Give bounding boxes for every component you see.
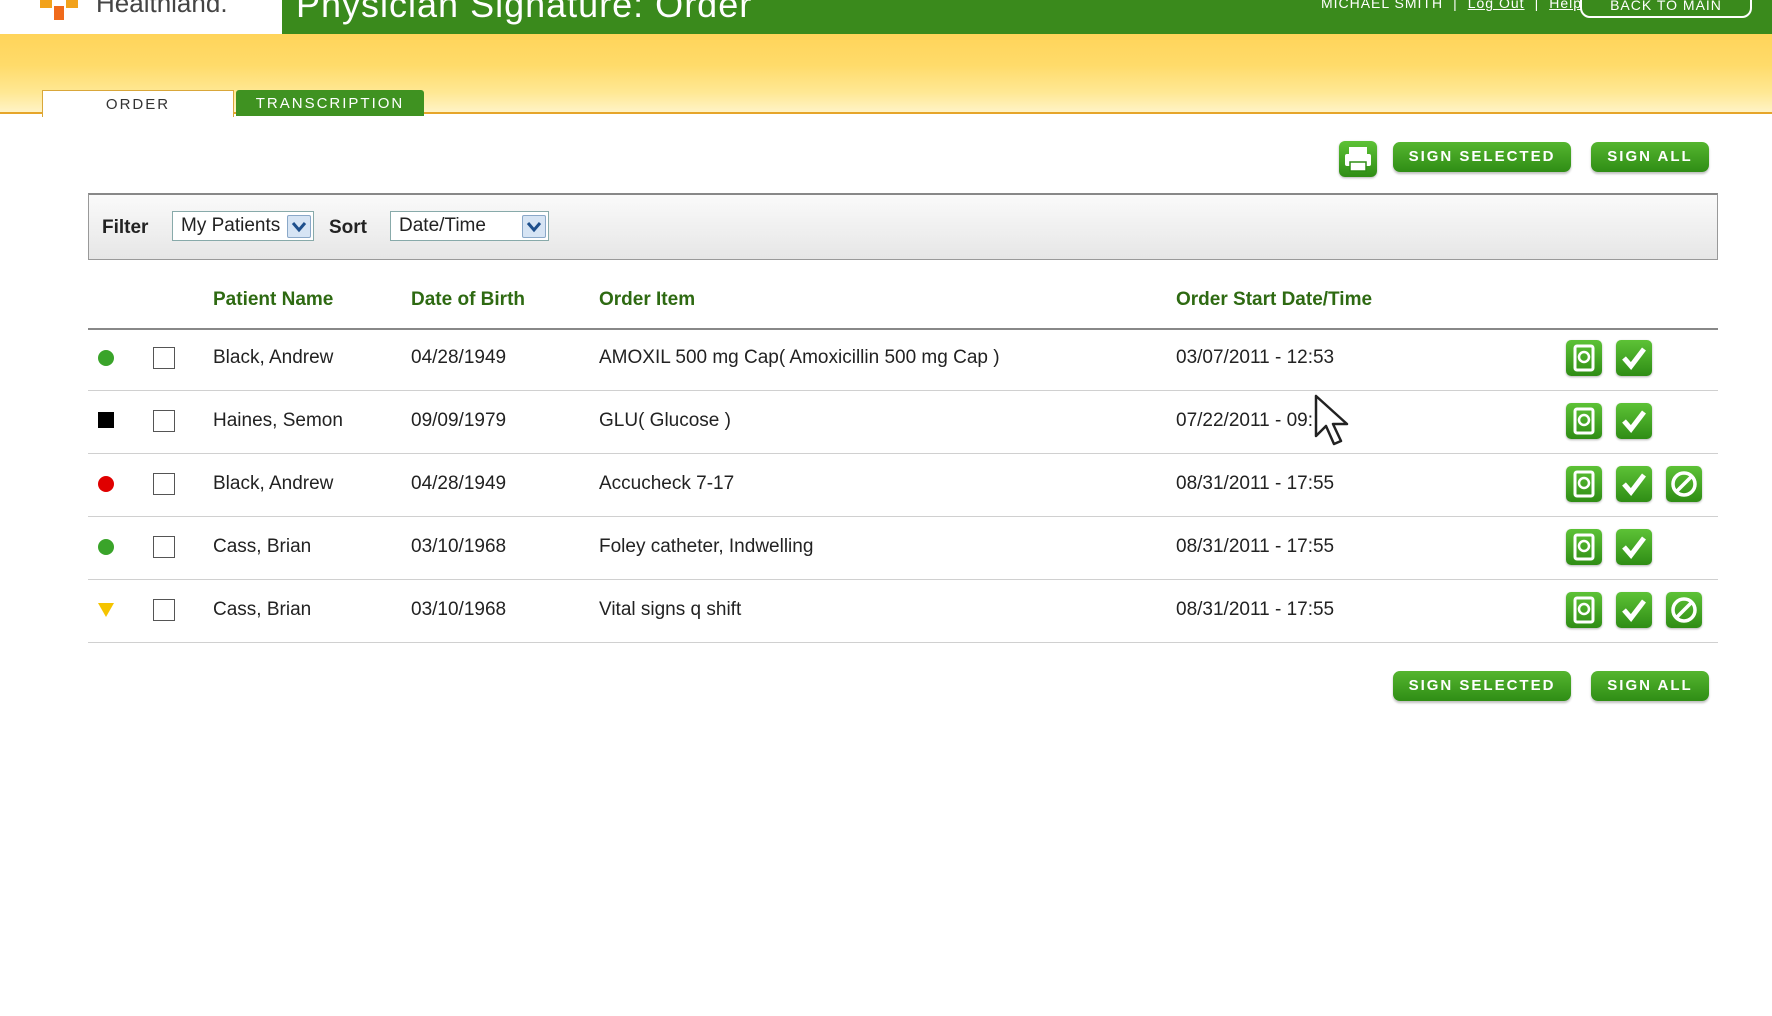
patient-name: Cass, Brian [213, 599, 312, 620]
view-order-button[interactable] [1566, 592, 1602, 628]
view-document-icon [1573, 533, 1595, 561]
order-start: 08/31/2011 - 17:55 [1176, 599, 1335, 620]
view-order-button[interactable] [1566, 529, 1602, 565]
date-of-birth: 04/28/1949 [411, 473, 507, 494]
checkmark-icon [1622, 347, 1646, 370]
table-row: Cass, Brian 03/10/1968 Vital signs q shi… [88, 580, 1718, 643]
print-button[interactable] [1339, 141, 1377, 177]
status-black-square-icon [98, 412, 114, 428]
sign-order-button[interactable] [1616, 529, 1652, 565]
order-item: GLU( Glucose ) [599, 410, 731, 431]
table-header: Patient Name Date of Birth Order Item Or… [88, 270, 1718, 330]
patient-name: Black, Andrew [213, 473, 334, 494]
row-checkbox[interactable] [153, 599, 175, 621]
checkmark-icon [1622, 473, 1646, 496]
cancel-icon [1671, 597, 1697, 623]
mouse-cursor-icon [1314, 394, 1349, 446]
checkmark-icon [1622, 599, 1646, 622]
filter-select[interactable]: My Patients [172, 211, 314, 241]
chevron-down-icon [522, 215, 546, 238]
date-of-birth: 04/28/1949 [411, 347, 507, 368]
row-checkbox[interactable] [153, 473, 175, 495]
sign-selected-button-bottom[interactable]: SIGN SELECTED [1393, 671, 1571, 701]
sort-label: Sort [329, 217, 367, 238]
order-item: Accucheck 7-17 [599, 473, 735, 494]
sign-all-button-top[interactable]: SIGN ALL [1591, 142, 1709, 172]
filter-bar: Filter My Patients Sort Date/Time [88, 193, 1718, 260]
logo-text: Healthland. [96, 0, 228, 18]
column-header-order-item[interactable]: Order Item [599, 289, 695, 311]
sort-value: Date/Time [399, 215, 486, 236]
patient-name: Haines, Semon [213, 410, 343, 431]
status-green-circle-icon [98, 539, 114, 555]
cancel-icon [1671, 471, 1697, 497]
user-name: MICHAEL SMITH [1320, 0, 1444, 11]
view-document-icon [1573, 344, 1595, 372]
top-header: Healthland. Physician Signature: Order M… [0, 0, 1772, 34]
order-start: 08/31/2011 - 17:55 [1176, 473, 1335, 494]
sign-order-button[interactable] [1616, 403, 1652, 439]
sign-order-button[interactable] [1616, 466, 1652, 502]
sign-order-button[interactable] [1616, 592, 1652, 628]
user-links: MICHAEL SMITH | Log Out | Help [1321, 0, 1582, 11]
sign-all-button-bottom[interactable]: SIGN ALL [1591, 671, 1709, 701]
chevron-down-icon [287, 215, 311, 238]
view-order-button[interactable] [1566, 340, 1602, 376]
order-item: AMOXIL 500 mg Cap( Amoxicillin 500 mg Ca… [599, 347, 1000, 368]
table-row: Haines, Semon 09/09/1979 GLU( Glucose ) … [88, 391, 1718, 454]
filter-label: Filter [102, 217, 149, 238]
view-order-button[interactable] [1566, 466, 1602, 502]
sign-selected-button-top[interactable]: SIGN SELECTED [1393, 142, 1571, 172]
row-checkbox[interactable] [153, 410, 175, 432]
order-item: Foley catheter, Indwelling [599, 536, 814, 557]
table-row: Black, Andrew 04/28/1949 AMOXIL 500 mg C… [88, 328, 1718, 391]
order-item: Vital signs q shift [599, 599, 742, 620]
order-start: 07/22/2011 - 09: [1176, 410, 1313, 431]
healthland-logo-icon [40, 0, 78, 20]
cancel-order-button[interactable] [1666, 466, 1702, 502]
view-document-icon [1573, 470, 1595, 498]
checkmark-icon [1622, 410, 1646, 433]
table-row: Cass, Brian 03/10/1968 Foley catheter, I… [88, 517, 1718, 580]
back-to-main-button[interactable]: BACK TO MAIN [1580, 0, 1752, 18]
view-document-icon [1573, 407, 1595, 435]
patient-name: Cass, Brian [213, 536, 312, 557]
status-red-circle-icon [98, 476, 114, 492]
row-checkbox[interactable] [153, 347, 175, 369]
cancel-order-button[interactable] [1666, 592, 1702, 628]
printer-icon [1345, 147, 1371, 172]
row-checkbox[interactable] [153, 536, 175, 558]
page-title: Physician Signature: Order [296, 0, 753, 25]
order-start: 08/31/2011 - 17:55 [1176, 536, 1335, 557]
sign-order-button[interactable] [1616, 340, 1652, 376]
checkmark-icon [1622, 536, 1646, 559]
logo-area: Healthland. [0, 0, 282, 34]
table-row: Black, Andrew 04/28/1949 Accucheck 7-17 … [88, 454, 1718, 517]
view-order-button[interactable] [1566, 403, 1602, 439]
view-document-icon [1573, 596, 1595, 624]
help-link[interactable]: Help [1549, 0, 1582, 11]
date-of-birth: 03/10/1968 [411, 599, 507, 620]
sort-select[interactable]: Date/Time [390, 211, 549, 241]
column-header-date-of-birth[interactable]: Date of Birth [411, 289, 525, 311]
tab-band: ORDER TRANSCRIPTION [0, 34, 1772, 117]
tab-order[interactable]: ORDER [42, 90, 234, 117]
filter-value: My Patients [181, 215, 281, 236]
patient-name: Black, Andrew [213, 347, 334, 368]
logout-link[interactable]: Log Out [1468, 0, 1525, 11]
column-header-order-start[interactable]: Order Start Date/Time [1176, 289, 1372, 311]
order-start: 03/07/2011 - 12:53 [1176, 347, 1335, 368]
tab-transcription[interactable]: TRANSCRIPTION [236, 90, 424, 116]
status-yellow-triangle-icon [98, 603, 114, 617]
date-of-birth: 03/10/1968 [411, 536, 507, 557]
status-green-circle-icon [98, 350, 114, 366]
date-of-birth: 09/09/1979 [411, 410, 507, 431]
column-header-patient-name[interactable]: Patient Name [213, 289, 333, 311]
